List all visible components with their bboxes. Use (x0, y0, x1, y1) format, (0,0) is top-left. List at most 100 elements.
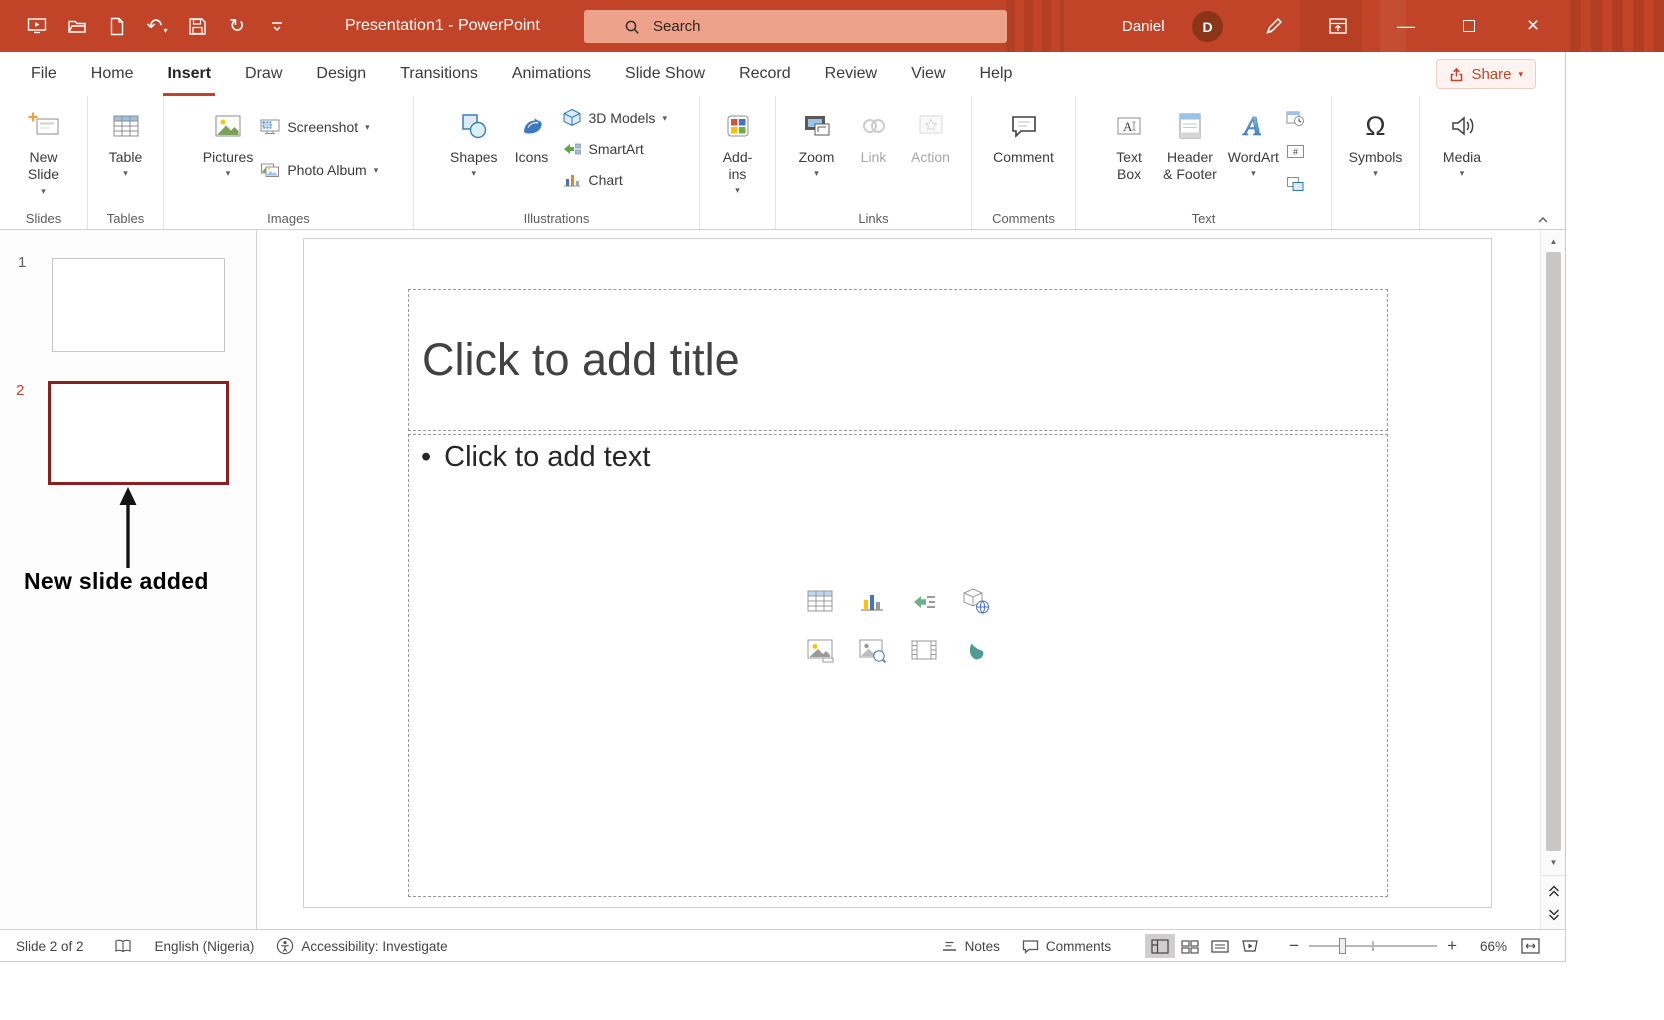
scrollbar-thumb[interactable] (1546, 252, 1561, 851)
screenshot-button[interactable]: Screenshot ▾ (260, 114, 369, 140)
link-button[interactable]: Link (847, 100, 901, 211)
tab-animations[interactable]: Animations (495, 52, 608, 96)
collapse-ribbon-icon[interactable] (1536, 215, 1550, 224)
minimize-button[interactable]: — (1374, 0, 1438, 52)
content-placeholder[interactable]: • Click to add text (408, 434, 1388, 897)
comments-toggle[interactable]: Comments (1022, 939, 1111, 954)
insert-smartart-icon[interactable] (906, 585, 942, 617)
tab-draw[interactable]: Draw (228, 52, 299, 96)
tab-file[interactable]: File (14, 52, 74, 96)
zoom-in-button[interactable]: + (1447, 936, 1457, 956)
media-button[interactable]: Media ▾ (1435, 100, 1489, 211)
slide-navigation-buttons (1541, 875, 1566, 921)
slide-number-button[interactable]: # (1286, 138, 1305, 164)
notes-toggle[interactable]: Notes (941, 939, 1000, 954)
close-button[interactable]: × (1500, 0, 1566, 52)
insert-icon-icon[interactable] (958, 634, 994, 666)
body-placeholder-text: Click to add text (444, 441, 650, 474)
wordart-button[interactable]: A WordArt ▾ (1224, 100, 1283, 211)
3d-models-button[interactable]: 3D Models ▾ (562, 105, 667, 131)
scrollbar-track[interactable] (1541, 250, 1566, 853)
statusbar-right: Notes Comments − + 66% (941, 934, 1540, 958)
zoom-button[interactable]: Zoom ▾ (790, 100, 844, 211)
spell-check-icon[interactable] (114, 938, 133, 954)
photo-album-button[interactable]: Photo Album ▾ (260, 157, 378, 183)
slide-editing-surface[interactable]: Click to add title • Click to add text (303, 238, 1492, 908)
redo-icon[interactable]: ↻ (220, 9, 254, 43)
insert-3d-model-icon[interactable] (958, 585, 994, 617)
text-box-button[interactable]: A Text Box (1102, 100, 1156, 211)
ribbon-display-options-icon[interactable] (1316, 0, 1360, 52)
tab-transitions[interactable]: Transitions (383, 52, 495, 96)
vertical-scrollbar[interactable]: ▲ ▼ (1540, 230, 1566, 929)
zoom-out-button[interactable]: − (1289, 936, 1299, 956)
omega-icon: Ω (1365, 105, 1385, 147)
tab-review[interactable]: Review (808, 52, 894, 96)
tab-slide-show[interactable]: Slide Show (608, 52, 722, 96)
save-icon[interactable] (180, 9, 214, 43)
symbols-button[interactable]: Ω Symbols ▾ (1345, 100, 1407, 211)
insert-stock-image-icon[interactable] (854, 634, 890, 666)
add-ins-button[interactable]: Add- ins ▾ (711, 100, 765, 211)
share-icon (1449, 67, 1464, 82)
zoom-slider-handle[interactable] (1339, 938, 1346, 954)
share-button[interactable]: Share ▾ (1436, 59, 1536, 89)
insert-table-icon[interactable] (802, 585, 838, 617)
table-button[interactable]: Table ▾ (99, 100, 153, 211)
previous-slide-button[interactable] (1547, 885, 1561, 898)
tab-record[interactable]: Record (722, 52, 808, 96)
accessibility-checker[interactable]: Accessibility: Investigate (276, 937, 447, 955)
icons-button[interactable]: Icons (505, 100, 559, 211)
insert-video-icon[interactable] (906, 634, 942, 666)
chart-label: Chart (589, 172, 623, 188)
scroll-up-icon[interactable]: ▲ (1541, 232, 1566, 250)
tab-design[interactable]: Design (299, 52, 383, 96)
undo-icon[interactable]: ↶ ▾ (140, 9, 174, 43)
tab-insert[interactable]: Insert (150, 52, 228, 96)
tab-help[interactable]: Help (963, 52, 1030, 96)
slide-1-thumbnail[interactable] (52, 258, 225, 352)
slide-show-view-button[interactable] (1235, 934, 1265, 958)
customize-quick-access-icon[interactable] (260, 9, 294, 43)
search-box[interactable]: Search (584, 10, 1007, 43)
title-placeholder[interactable]: Click to add title (408, 289, 1388, 431)
inking-pen-icon[interactable] (1252, 0, 1296, 52)
insert-picture-icon[interactable] (802, 634, 838, 666)
account-name[interactable]: Daniel (1122, 0, 1165, 52)
action-button[interactable]: Action (904, 100, 958, 211)
scroll-down-icon[interactable]: ▼ (1541, 853, 1566, 871)
zoom-percentage[interactable]: 66% (1469, 939, 1507, 954)
start-slideshow-icon[interactable] (20, 9, 54, 43)
chart-button[interactable]: Chart (562, 167, 623, 193)
link-label: Link (861, 149, 887, 166)
tab-home[interactable]: Home (74, 52, 151, 96)
new-file-icon[interactable] (100, 9, 134, 43)
next-slide-button[interactable] (1547, 908, 1561, 921)
insert-chart-icon[interactable] (854, 585, 890, 617)
object-button[interactable] (1286, 171, 1305, 197)
maximize-button[interactable] (1438, 0, 1500, 52)
account-avatar[interactable]: D (1192, 11, 1223, 42)
comment-button[interactable]: Comment (989, 100, 1058, 211)
tab-view[interactable]: View (894, 52, 962, 96)
shapes-button[interactable]: Shapes ▾ (446, 100, 501, 211)
zoom-slider[interactable] (1309, 938, 1437, 954)
new-slide-button[interactable]: New Slide▾ (17, 100, 71, 211)
table-icon (111, 105, 141, 147)
slide-2-thumbnail-selected[interactable] (48, 381, 229, 485)
slide-thumbnail-panel: 1 2 New slide added (0, 230, 257, 929)
slide-sorter-view-button[interactable] (1175, 934, 1205, 958)
fit-slide-to-window-icon[interactable] (1521, 938, 1540, 954)
normal-view-button[interactable] (1145, 934, 1175, 958)
pictures-label: Pictures (203, 149, 254, 166)
ribbon-group-add-ins: Add- ins ▾ (700, 96, 776, 229)
undo-dropdown-icon[interactable]: ▾ (163, 26, 167, 35)
pictures-button[interactable]: Pictures ▾ (199, 100, 258, 211)
reading-view-button[interactable] (1205, 934, 1235, 958)
language-indicator[interactable]: English (Nigeria) (155, 939, 255, 954)
smartart-button[interactable]: SmartArt (562, 136, 644, 162)
ribbon: New Slide▾ Slides Table ▾ Tables Picture… (0, 96, 1566, 230)
open-file-icon[interactable] (60, 9, 94, 43)
header-footer-button[interactable]: Header & Footer (1159, 100, 1221, 211)
date-time-button[interactable] (1286, 105, 1305, 131)
